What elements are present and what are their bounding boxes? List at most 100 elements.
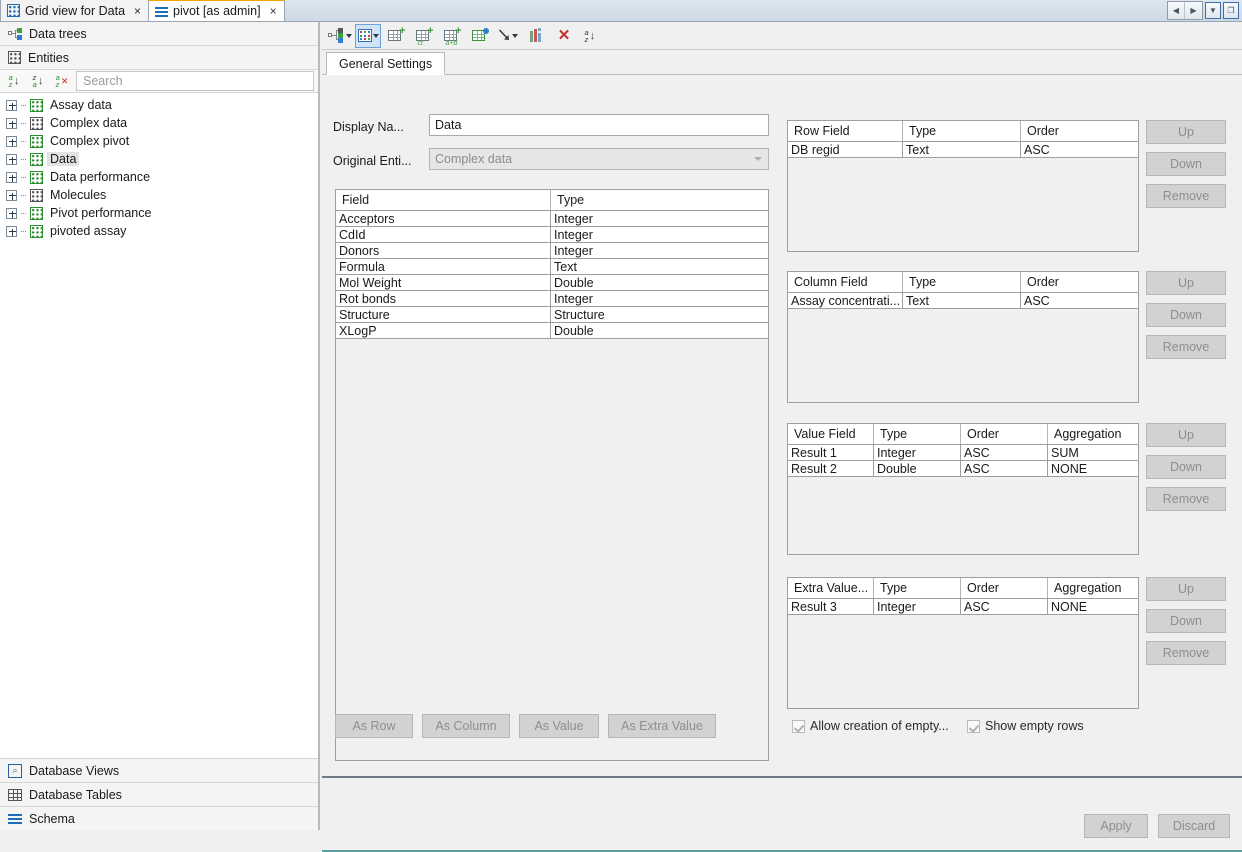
column-header-type[interactable]: Type: [903, 272, 1021, 292]
expand-icon[interactable]: [6, 118, 17, 129]
expand-icon[interactable]: [6, 100, 17, 111]
delete-button[interactable]: ✕: [551, 24, 577, 48]
add-pivot-button[interactable]: [467, 24, 493, 48]
as-value-button[interactable]: As Value: [519, 714, 599, 738]
search-input[interactable]: Search: [76, 71, 314, 91]
expand-icon[interactable]: [6, 190, 17, 201]
window-tab-grid-view[interactable]: Grid view for Data ×: [0, 0, 149, 21]
column-header-type[interactable]: Type: [551, 190, 768, 210]
table-row[interactable]: CdIdInteger: [336, 227, 768, 243]
table-row[interactable]: Result 2 Double ASC NONE: [788, 461, 1138, 477]
column-header-type[interactable]: Type: [874, 424, 961, 444]
restore-window-icon[interactable]: ❐: [1223, 2, 1239, 19]
table-row[interactable]: Assay concentrati... Text ASC: [788, 293, 1138, 309]
column-field-table[interactable]: Column Field Type Order Assay concentrat…: [787, 271, 1139, 403]
value-field-up-button[interactable]: Up: [1146, 423, 1226, 447]
tree-item-data-performance[interactable]: Data performance: [0, 168, 318, 186]
entity-grid-button[interactable]: [355, 24, 381, 48]
tree-item-pivoted-assay[interactable]: pivoted assay: [0, 222, 318, 240]
expand-icon[interactable]: [6, 136, 17, 147]
value-field-table[interactable]: Value Field Type Order Aggregation Resul…: [787, 423, 1139, 555]
value-field-remove-button[interactable]: Remove: [1146, 487, 1226, 511]
apply-button[interactable]: Apply: [1084, 814, 1148, 838]
tab-general-settings[interactable]: General Settings: [326, 52, 445, 75]
sort-clear-button[interactable]: az ✕: [52, 72, 72, 91]
column-header-extra-value[interactable]: Extra Value...: [788, 578, 874, 598]
window-tab-pivot[interactable]: pivot [as admin] ×: [148, 0, 285, 21]
column-header-order[interactable]: Order: [961, 424, 1048, 444]
as-row-button[interactable]: As Row: [335, 714, 413, 738]
table-row[interactable]: AcceptorsInteger: [336, 211, 768, 227]
tree-item-complex-data[interactable]: Complex data: [0, 114, 318, 132]
allow-empty-checkbox[interactable]: Allow creation of empty...: [792, 719, 949, 733]
extra-value-table[interactable]: Extra Value... Type Order Aggregation Re…: [787, 577, 1139, 709]
column-header-aggregation[interactable]: Aggregation: [1048, 424, 1138, 444]
tree-item-data[interactable]: Data: [0, 150, 318, 168]
table-row[interactable]: Result 1 Integer ASC SUM: [788, 445, 1138, 461]
row-field-down-button[interactable]: Down: [1146, 152, 1226, 176]
tree-item-assay-data[interactable]: Assay data: [0, 96, 318, 114]
sidebar-section-entities[interactable]: Entities: [0, 46, 318, 70]
as-extra-value-button[interactable]: As Extra Value: [608, 714, 716, 738]
sidebar-section-data-trees[interactable]: Data trees: [0, 22, 318, 46]
extra-value-up-button[interactable]: Up: [1146, 577, 1226, 601]
table-row[interactable]: Result 3 Integer ASC NONE: [788, 599, 1138, 615]
relation-button[interactable]: [495, 24, 521, 48]
table-row[interactable]: FormulaText: [336, 259, 768, 275]
sort-descending-button[interactable]: za ↓: [28, 72, 48, 91]
dropdown-arrow-icon[interactable]: ▼: [1205, 2, 1221, 19]
add-entity-button[interactable]: +: [383, 24, 409, 48]
show-empty-rows-checkbox[interactable]: Show empty rows: [967, 719, 1084, 733]
column-header-order[interactable]: Order: [1021, 121, 1138, 141]
sidebar-item-database-tables[interactable]: Database Tables: [0, 782, 318, 806]
extra-value-remove-button[interactable]: Remove: [1146, 641, 1226, 665]
sort-button[interactable]: az ↓: [579, 24, 605, 48]
column-header-type[interactable]: Type: [874, 578, 961, 598]
tree-item-molecules[interactable]: Molecules: [0, 186, 318, 204]
checkbox-icon[interactable]: [967, 720, 980, 733]
next-arrow-icon[interactable]: ▶: [1185, 2, 1202, 19]
table-row[interactable]: XLogPDouble: [336, 323, 768, 339]
column-header-type[interactable]: Type: [903, 121, 1021, 141]
chevron-down-icon[interactable]: [747, 149, 768, 169]
close-icon[interactable]: ×: [130, 4, 141, 18]
original-entity-select[interactable]: Complex data: [429, 148, 769, 170]
value-field-down-button[interactable]: Down: [1146, 455, 1226, 479]
tree-item-complex-pivot[interactable]: Complex pivot: [0, 132, 318, 150]
chart-button[interactable]: [523, 24, 549, 48]
column-header-column-field[interactable]: Column Field: [788, 272, 903, 292]
row-field-table[interactable]: Row Field Type Order DB regid Text ASC: [787, 120, 1139, 252]
column-header-value-field[interactable]: Value Field: [788, 424, 874, 444]
sidebar-item-schema[interactable]: Schema: [0, 806, 318, 830]
table-row[interactable]: Rot bondsInteger: [336, 291, 768, 307]
table-row[interactable]: DonorsInteger: [336, 243, 768, 259]
chevron-down-icon[interactable]: [373, 34, 379, 38]
column-field-remove-button[interactable]: Remove: [1146, 335, 1226, 359]
close-icon[interactable]: ×: [266, 4, 277, 18]
column-header-aggregation[interactable]: Aggregation: [1048, 578, 1138, 598]
expand-icon[interactable]: [6, 226, 17, 237]
row-field-up-button[interactable]: Up: [1146, 120, 1226, 144]
as-column-button[interactable]: As Column: [422, 714, 510, 738]
add-calculated-field-button[interactable]: +ct: [411, 24, 437, 48]
discard-button[interactable]: Discard: [1158, 814, 1230, 838]
display-name-input[interactable]: Data: [429, 114, 769, 136]
prev-arrow-icon[interactable]: ◀: [1168, 2, 1185, 19]
column-header-row-field[interactable]: Row Field: [788, 121, 903, 141]
column-field-down-button[interactable]: Down: [1146, 303, 1226, 327]
data-tree-button[interactable]: [327, 24, 353, 48]
table-row[interactable]: DB regid Text ASC: [788, 142, 1138, 158]
tree-item-pivot-performance[interactable]: Pivot performance: [0, 204, 318, 222]
row-field-remove-button[interactable]: Remove: [1146, 184, 1226, 208]
add-combined-field-button[interactable]: +a+b: [439, 24, 465, 48]
expand-icon[interactable]: [6, 208, 17, 219]
column-header-field[interactable]: Field: [336, 190, 551, 210]
expand-icon[interactable]: [6, 172, 17, 183]
checkbox-icon[interactable]: [792, 720, 805, 733]
fields-table[interactable]: Field Type AcceptorsInteger CdIdInteger …: [335, 189, 769, 761]
column-field-up-button[interactable]: Up: [1146, 271, 1226, 295]
chevron-down-icon[interactable]: [512, 34, 518, 38]
chevron-down-icon[interactable]: [346, 34, 352, 38]
table-row[interactable]: StructureStructure: [336, 307, 768, 323]
column-header-order[interactable]: Order: [961, 578, 1048, 598]
